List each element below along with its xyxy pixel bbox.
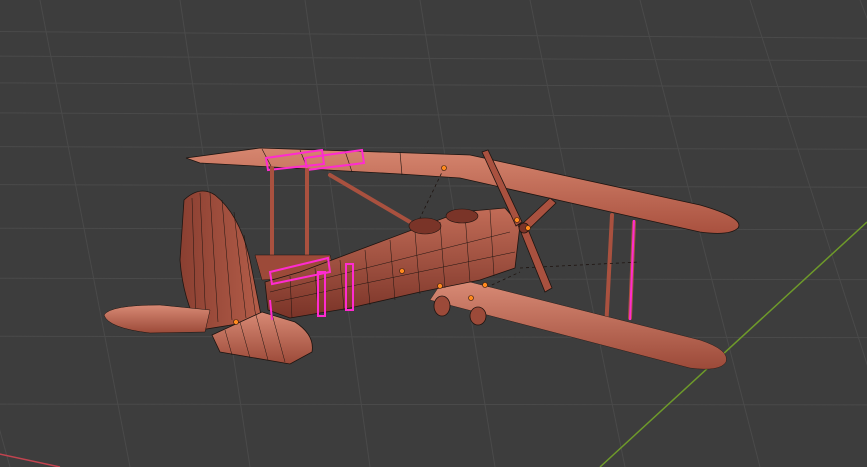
viewport-canvas[interactable] xyxy=(0,0,867,467)
3d-viewport[interactable] xyxy=(0,0,867,467)
lower-wing[interactable] xyxy=(429,281,727,370)
left-tailplane[interactable] xyxy=(103,304,211,334)
